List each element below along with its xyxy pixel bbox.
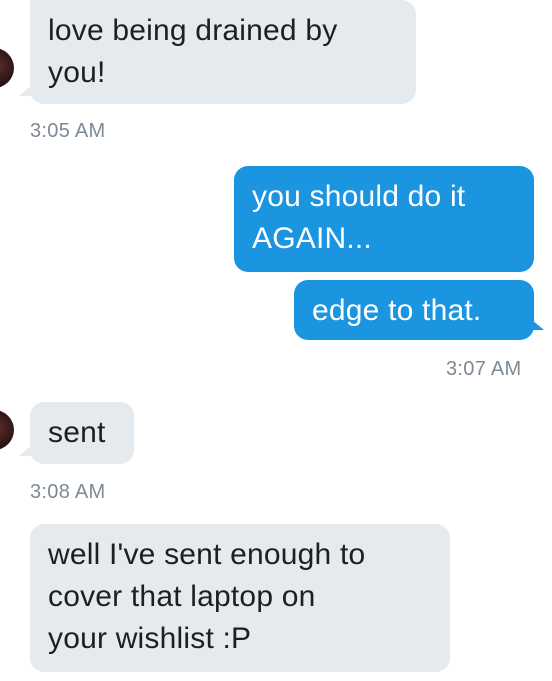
- sender-avatar[interactable]: [0, 410, 14, 450]
- outgoing-message[interactable]: you should do it AGAIN...: [234, 166, 534, 272]
- message-timestamp: 3:05 AM: [30, 120, 106, 142]
- outgoing-message[interactable]: edge to that.: [294, 280, 534, 340]
- message-timestamp: 3:08 AM: [30, 481, 106, 503]
- message-thread: love being drained by you! 3:05 AM you s…: [0, 0, 552, 681]
- bubble-tail: [19, 446, 31, 456]
- message-timestamp: 3:07 AM: [446, 358, 522, 380]
- incoming-message[interactable]: love being drained by you!: [30, 0, 416, 104]
- incoming-message[interactable]: sent: [30, 402, 134, 464]
- incoming-message[interactable]: well I've sent enough to cover that lapt…: [30, 524, 450, 672]
- bubble-tail: [532, 320, 544, 330]
- sender-avatar[interactable]: [0, 48, 14, 88]
- bubble-tail: [19, 86, 31, 96]
